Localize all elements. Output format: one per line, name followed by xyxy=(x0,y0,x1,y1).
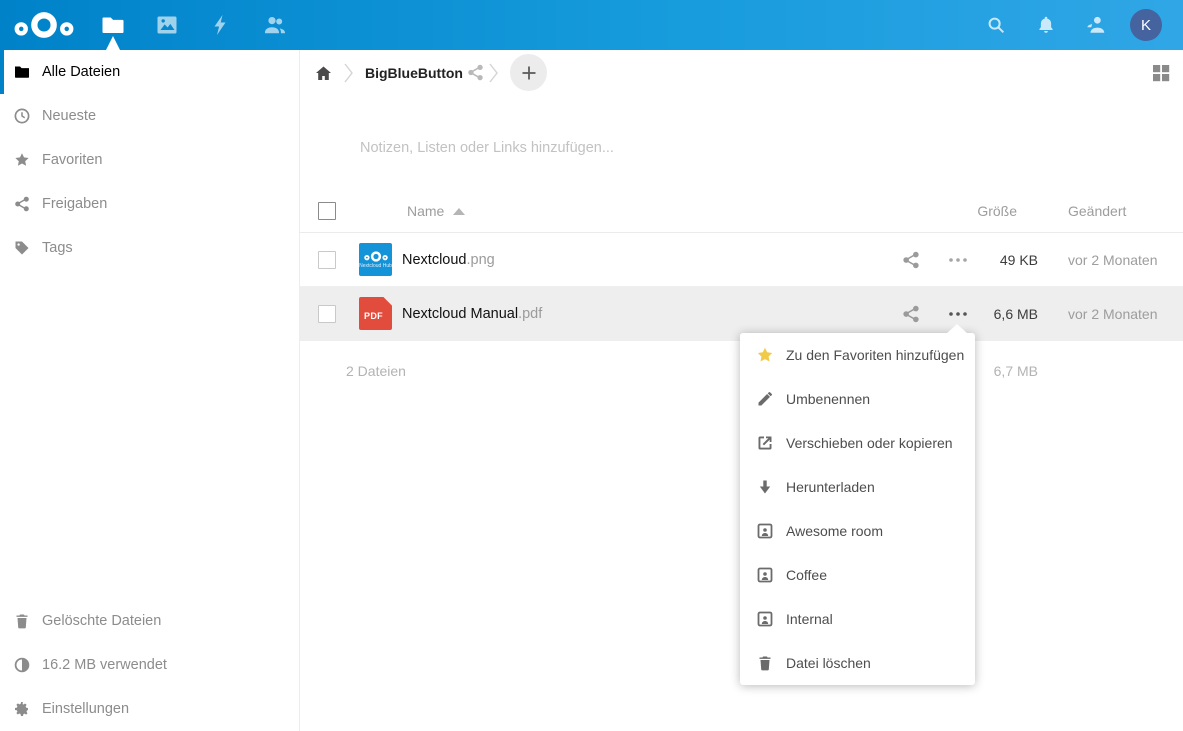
sidebar-item-recent[interactable]: Neueste xyxy=(0,94,299,138)
file-actions-popover: Zu den Favoriten hinzufügen Umbenennen V… xyxy=(740,333,975,685)
menu-item-room-awesome[interactable]: Awesome room xyxy=(740,509,975,553)
menu-item-label: Internal xyxy=(786,611,833,627)
sidebar-item-quota[interactable]: 16.2 MB verwendet xyxy=(0,643,299,687)
menu-item-room-internal[interactable]: Internal xyxy=(740,597,975,641)
search-icon[interactable] xyxy=(985,14,1007,36)
clock-icon xyxy=(14,108,30,124)
chevron-right-icon xyxy=(341,62,355,84)
sidebar-item-shares[interactable]: Freigaben xyxy=(0,182,299,226)
sidebar-footer: Gelöschte Dateien 16.2 MB verwendet Eins… xyxy=(0,599,299,731)
move-copy-icon xyxy=(757,435,773,451)
menu-item-label: Coffee xyxy=(786,567,827,583)
pencil-icon xyxy=(757,391,773,407)
gear-icon xyxy=(14,701,30,717)
folder-icon xyxy=(14,64,30,80)
home-icon[interactable] xyxy=(315,65,332,82)
sidebar-item-favorites[interactable]: Favoriten xyxy=(0,138,299,182)
menu-item-room-coffee[interactable]: Coffee xyxy=(740,553,975,597)
new-file-button[interactable] xyxy=(510,54,547,91)
row-checkbox[interactable] xyxy=(318,305,336,323)
grid-view-toggle-icon[interactable] xyxy=(1150,62,1172,84)
sidebar-item-deleted-files[interactable]: Gelöschte Dateien xyxy=(0,599,299,643)
menu-item-label: Herunterladen xyxy=(786,479,875,495)
contacts-app-icon[interactable] xyxy=(263,13,287,37)
breadcrumb-share-icon[interactable] xyxy=(467,64,484,81)
row-share-icon[interactable] xyxy=(902,305,920,323)
breadcrumb-folder[interactable]: BigBlueButton xyxy=(365,65,463,81)
menu-item-download[interactable]: Herunterladen xyxy=(740,465,975,509)
download-icon xyxy=(757,479,773,495)
row-share-icon[interactable] xyxy=(902,251,920,269)
tag-icon xyxy=(14,240,30,256)
sidebar-item-label: Neueste xyxy=(42,108,96,124)
menu-item-label: Datei löschen xyxy=(786,655,871,671)
column-header-size[interactable]: Größe xyxy=(940,203,1017,219)
quota-pie-icon xyxy=(14,657,30,673)
notes-placeholder-input[interactable]: Notizen, Listen oder Links hinzufügen... xyxy=(360,140,960,156)
pdf-label: PDF xyxy=(364,311,383,321)
photos-app-icon[interactable] xyxy=(155,13,179,37)
top-bar: K xyxy=(0,0,1183,50)
file-size: 6,6 MB xyxy=(940,306,1038,322)
trash-icon xyxy=(757,655,773,671)
user-avatar[interactable]: K xyxy=(1130,9,1162,41)
file-count: 2 Dateien xyxy=(346,363,406,379)
activity-app-icon[interactable] xyxy=(209,13,233,37)
room-icon xyxy=(757,523,773,539)
trash-icon xyxy=(14,613,30,629)
contacts-menu-icon[interactable] xyxy=(1085,14,1107,36)
sidebar-item-label: Freigaben xyxy=(42,196,107,212)
file-thumbnail-image[interactable]: Nextcloud Hub xyxy=(359,243,392,276)
room-icon xyxy=(757,567,773,583)
select-all-checkbox[interactable] xyxy=(318,202,336,220)
menu-item-add-to-favorites[interactable]: Zu den Favoriten hinzufügen xyxy=(740,333,975,377)
sidebar-item-label: Gelöschte Dateien xyxy=(42,613,161,629)
room-icon xyxy=(757,611,773,627)
sidebar-item-label: Tags xyxy=(42,240,73,256)
file-size: 49 KB xyxy=(940,252,1038,268)
menu-item-move-or-copy[interactable]: Verschieben oder kopieren xyxy=(740,421,975,465)
breadcrumb: BigBlueButton xyxy=(300,50,1183,96)
nextcloud-logo[interactable] xyxy=(14,9,74,41)
sidebar-item-all-files[interactable]: Alle Dateien xyxy=(0,50,299,94)
sidebar-item-label: 16.2 MB verwendet xyxy=(42,657,167,673)
file-thumbnail-pdf[interactable]: PDF xyxy=(359,297,392,330)
sidebar: Alle Dateien Neueste Favoriten Freigaben… xyxy=(0,50,300,731)
star-icon xyxy=(14,152,30,168)
sidebar-item-settings[interactable]: Einstellungen xyxy=(0,687,299,731)
sort-ascending-icon[interactable] xyxy=(453,208,465,215)
sidebar-item-tags[interactable]: Tags xyxy=(0,226,299,270)
column-header-modified[interactable]: Geändert xyxy=(1068,203,1126,219)
menu-item-label: Zu den Favoriten hinzufügen xyxy=(786,347,964,363)
file-name[interactable]: Nextcloud.png xyxy=(402,252,495,268)
table-row[interactable]: Nextcloud Hub Nextcloud.png 49 KB vor 2 … xyxy=(300,233,1183,287)
share-icon xyxy=(14,196,30,212)
row-checkbox[interactable] xyxy=(318,251,336,269)
table-header-row: Name Größe Geändert xyxy=(300,190,1183,233)
notifications-bell-icon[interactable] xyxy=(1035,14,1057,36)
menu-item-label: Awesome room xyxy=(786,523,883,539)
files-app-icon[interactable] xyxy=(101,13,125,37)
menu-item-label: Umbenennen xyxy=(786,391,870,407)
file-modified: vor 2 Monaten xyxy=(1068,306,1158,322)
sidebar-item-label: Alle Dateien xyxy=(42,64,120,80)
menu-item-rename[interactable]: Umbenennen xyxy=(740,377,975,421)
sidebar-item-label: Favoriten xyxy=(42,152,102,168)
file-name[interactable]: Nextcloud Manual.pdf xyxy=(402,306,542,322)
sidebar-item-label: Einstellungen xyxy=(42,701,129,717)
file-modified: vor 2 Monaten xyxy=(1068,252,1158,268)
star-icon xyxy=(757,347,773,363)
column-header-name[interactable]: Name xyxy=(407,203,444,219)
active-app-notch xyxy=(106,36,120,50)
thumbnail-caption: Nextcloud Hub xyxy=(359,264,392,269)
menu-item-label: Verschieben oder kopieren xyxy=(786,435,953,451)
chevron-right-icon xyxy=(486,62,500,84)
menu-item-delete-file[interactable]: Datei löschen xyxy=(740,641,975,685)
